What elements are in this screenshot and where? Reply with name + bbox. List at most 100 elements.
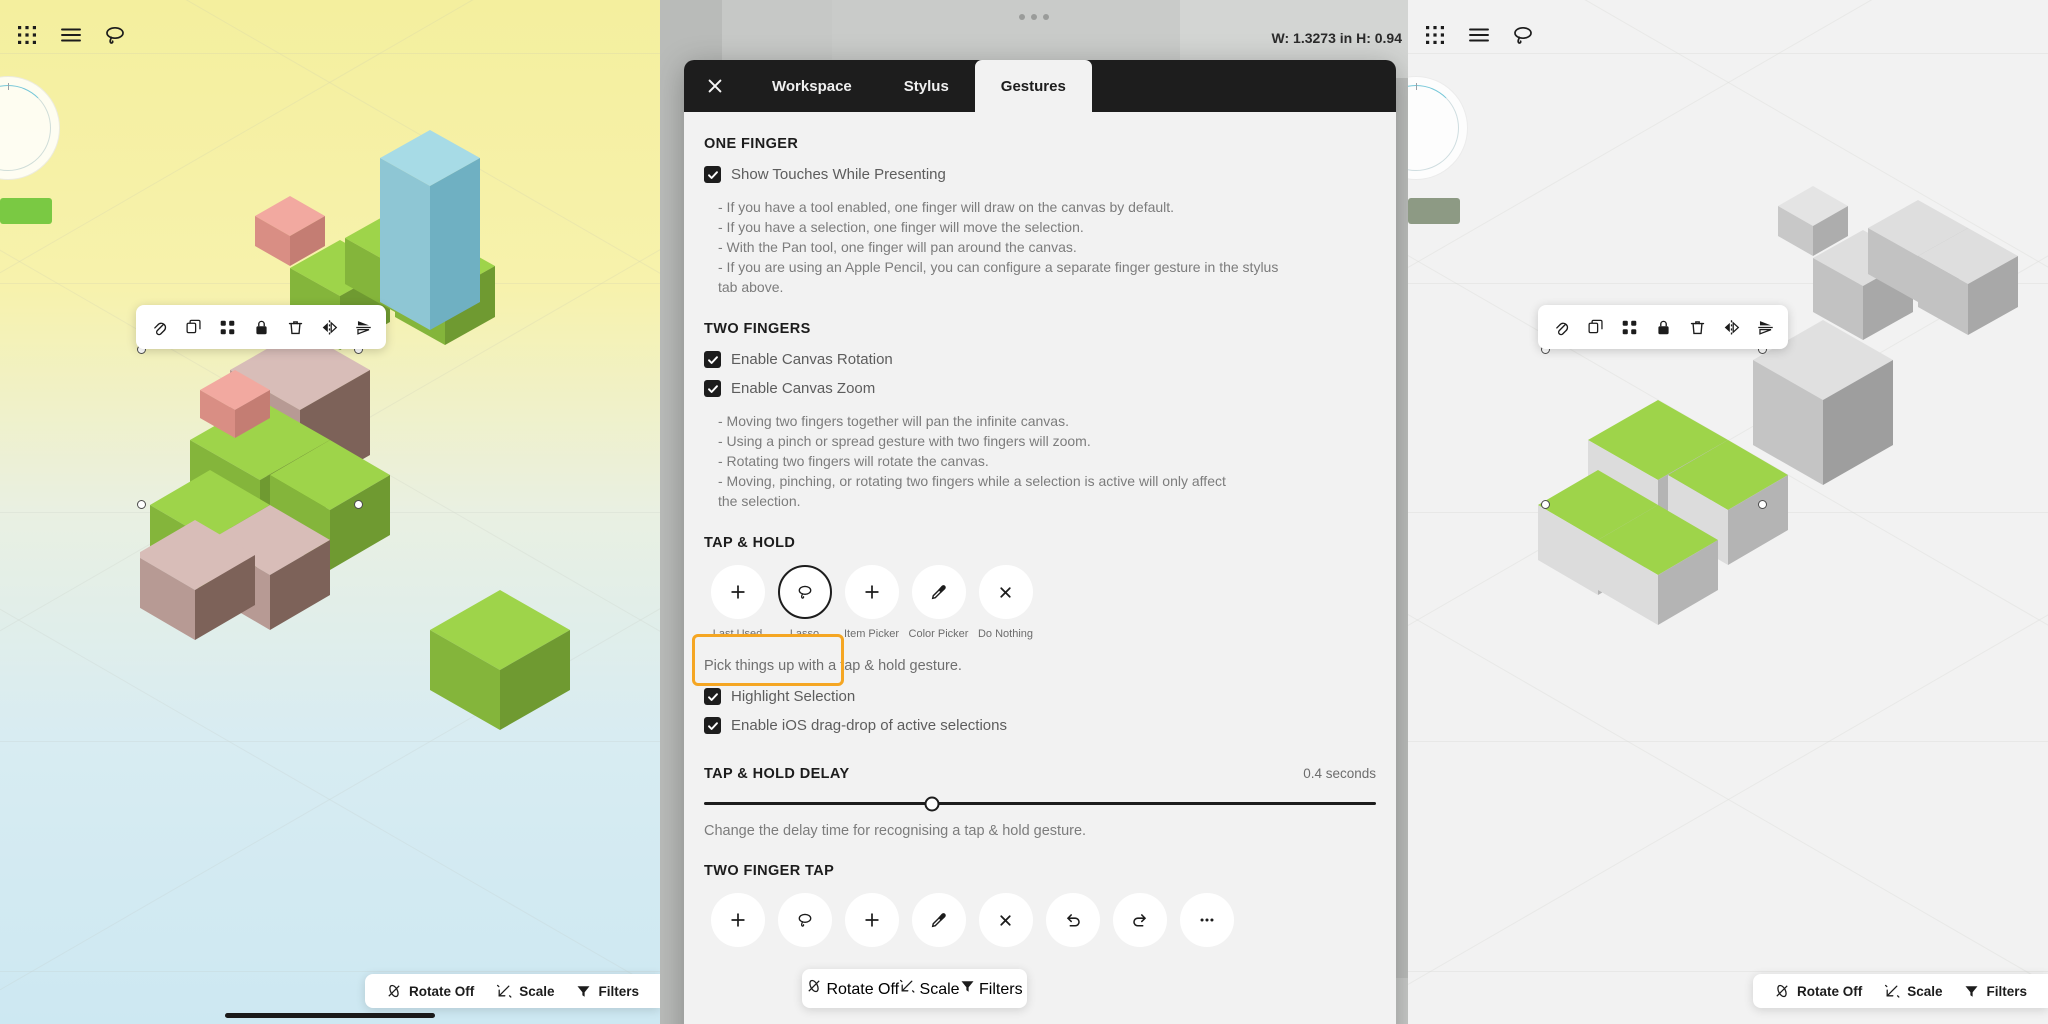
- layers-icon[interactable]: [1466, 22, 1492, 48]
- two-fingers-bullet: - Rotating two fingers will rotate the c…: [718, 453, 989, 469]
- two-fingers-bullet: - Moving, pinching, or rotating two fing…: [718, 473, 1226, 489]
- enable-ios-drag-drop-label: Enable iOS drag-drop of active selection…: [731, 717, 1007, 734]
- scale-button[interactable]: Scale: [485, 983, 565, 999]
- tab-workspace[interactable]: Workspace: [746, 60, 878, 112]
- copy-icon[interactable]: [1578, 312, 1612, 342]
- top-icon-bar: [1422, 22, 1536, 48]
- rotate-off-button[interactable]: Rotate Off: [1763, 983, 1873, 999]
- color-swatch[interactable]: [1408, 198, 1460, 224]
- selection-handle[interactable]: [1758, 500, 1767, 509]
- selection-handle[interactable]: [354, 500, 363, 509]
- one-finger-description: - If you have a tool enabled, one finger…: [718, 197, 1376, 297]
- flip-vertical-icon[interactable]: [346, 312, 380, 342]
- more-icon[interactable]: [1179, 893, 1234, 947]
- scale-icon: [900, 979, 915, 993]
- enable-canvas-rotation-row[interactable]: Enable Canvas Rotation: [704, 351, 1376, 368]
- eyedropper-icon[interactable]: [911, 565, 966, 619]
- tft-option-undo[interactable]: [1039, 893, 1106, 947]
- modal-body: ONE FINGER Show Touches While Presenting…: [684, 112, 1396, 1024]
- show-touches-checkbox-row[interactable]: Show Touches While Presenting: [704, 166, 1376, 183]
- filters-button[interactable]: Filters: [565, 984, 650, 999]
- close-icon[interactable]: [978, 893, 1033, 947]
- lasso-icon[interactable]: [102, 22, 128, 48]
- filters-button[interactable]: Filters: [960, 979, 1023, 999]
- voxel-artwork-gray-lower: [1538, 400, 1788, 625]
- enable-canvas-zoom-row[interactable]: Enable Canvas Zoom: [704, 380, 1376, 397]
- lasso-icon[interactable]: [777, 565, 832, 619]
- checkbox-checked-icon[interactable]: [704, 688, 721, 705]
- flip-vertical-icon[interactable]: [1748, 312, 1782, 342]
- undo-icon[interactable]: [1045, 893, 1100, 947]
- rotate-off-button[interactable]: Rotate Off: [375, 983, 485, 999]
- option-do-nothing[interactable]: Do Nothing: [972, 565, 1039, 640]
- grid-icon[interactable]: [14, 22, 40, 48]
- rotate-off-button[interactable]: Rotate Off: [806, 978, 899, 999]
- option-label: Color Picker: [908, 628, 969, 640]
- checkbox-checked-icon[interactable]: [704, 380, 721, 397]
- plus-icon[interactable]: [710, 893, 765, 947]
- grid-icon[interactable]: [1422, 22, 1448, 48]
- scale-label: Scale: [919, 981, 960, 998]
- circle-icon[interactable]: [777, 893, 832, 947]
- redo-icon[interactable]: [1112, 893, 1167, 947]
- scale-button[interactable]: Scale: [899, 978, 960, 999]
- tap-and-hold-hint: Pick things up with a tap & hold gesture…: [704, 658, 962, 674]
- tft-option-close[interactable]: [972, 893, 1039, 947]
- filters-button[interactable]: Filters: [1953, 984, 2038, 999]
- tft-option-plus[interactable]: [704, 893, 771, 947]
- eyedropper-icon[interactable]: [911, 893, 966, 947]
- group-icon[interactable]: [210, 312, 244, 342]
- plus-icon[interactable]: [844, 893, 899, 947]
- trash-icon[interactable]: [1680, 312, 1714, 342]
- flip-horizontal-icon[interactable]: [1714, 312, 1748, 342]
- filters-label: Filters: [598, 983, 639, 999]
- highlight-selection-row[interactable]: Highlight Selection: [704, 688, 1376, 705]
- option-item-picker[interactable]: Item Picker: [838, 565, 905, 640]
- tap-hold-delay-heading: TAP & HOLD DELAY: [704, 766, 850, 782]
- flip-horizontal-icon[interactable]: [312, 312, 346, 342]
- tab-stylus[interactable]: Stylus: [878, 60, 975, 112]
- one-finger-heading: ONE FINGER: [704, 136, 799, 152]
- lock-icon[interactable]: [244, 312, 278, 342]
- highlight-selection-label: Highlight Selection: [731, 688, 856, 705]
- trash-icon[interactable]: [278, 312, 312, 342]
- copy-icon[interactable]: [176, 312, 210, 342]
- selection-handle[interactable]: [1541, 500, 1550, 509]
- group-icon[interactable]: [1612, 312, 1646, 342]
- scale-label: Scale: [519, 983, 555, 999]
- tab-gestures[interactable]: Gestures: [974, 60, 1092, 112]
- close-icon[interactable]: [978, 565, 1033, 619]
- scale-button[interactable]: Scale: [1873, 983, 1953, 999]
- close-button[interactable]: [684, 60, 746, 112]
- option-last-used[interactable]: Last Used: [704, 565, 771, 640]
- clip-icon[interactable]: [1544, 312, 1578, 342]
- selection-handle[interactable]: [137, 500, 146, 509]
- tft-option-more[interactable]: [1173, 893, 1240, 947]
- rotate-off-label: Rotate Off: [1796, 983, 1863, 999]
- option-lasso[interactable]: Lasso: [771, 565, 838, 640]
- filters-label: Filters: [1986, 983, 2027, 999]
- tft-option-lasso[interactable]: [771, 893, 838, 947]
- tap-hold-delay-slider[interactable]: [704, 796, 1376, 811]
- plus-icon[interactable]: [844, 565, 899, 619]
- lock-icon[interactable]: [1646, 312, 1680, 342]
- enable-canvas-zoom-label: Enable Canvas Zoom: [731, 380, 876, 397]
- color-swatch[interactable]: [0, 198, 52, 224]
- checkbox-checked-icon[interactable]: [704, 166, 721, 183]
- tft-option-item-picker[interactable]: [838, 893, 905, 947]
- option-color-picker[interactable]: Color Picker: [905, 565, 972, 640]
- layers-icon[interactable]: [58, 22, 84, 48]
- canvas-panel-right: BLACK 5: [1408, 0, 2048, 1024]
- rotate-off-icon: [808, 979, 820, 993]
- enable-ios-drag-drop-row[interactable]: Enable iOS drag-drop of active selection…: [704, 717, 1376, 734]
- tft-option-color-picker[interactable]: [905, 893, 972, 947]
- slider-knob[interactable]: [924, 796, 940, 811]
- lasso-icon[interactable]: [1510, 22, 1536, 48]
- plus-icon[interactable]: [710, 565, 765, 619]
- tft-option-redo[interactable]: [1106, 893, 1173, 947]
- modal-header: Workspace Stylus Gestures: [684, 60, 1396, 112]
- checkbox-checked-icon[interactable]: [704, 717, 721, 734]
- checkbox-checked-icon[interactable]: [704, 351, 721, 368]
- drag-grabber[interactable]: [1019, 14, 1049, 20]
- clip-icon[interactable]: [142, 312, 176, 342]
